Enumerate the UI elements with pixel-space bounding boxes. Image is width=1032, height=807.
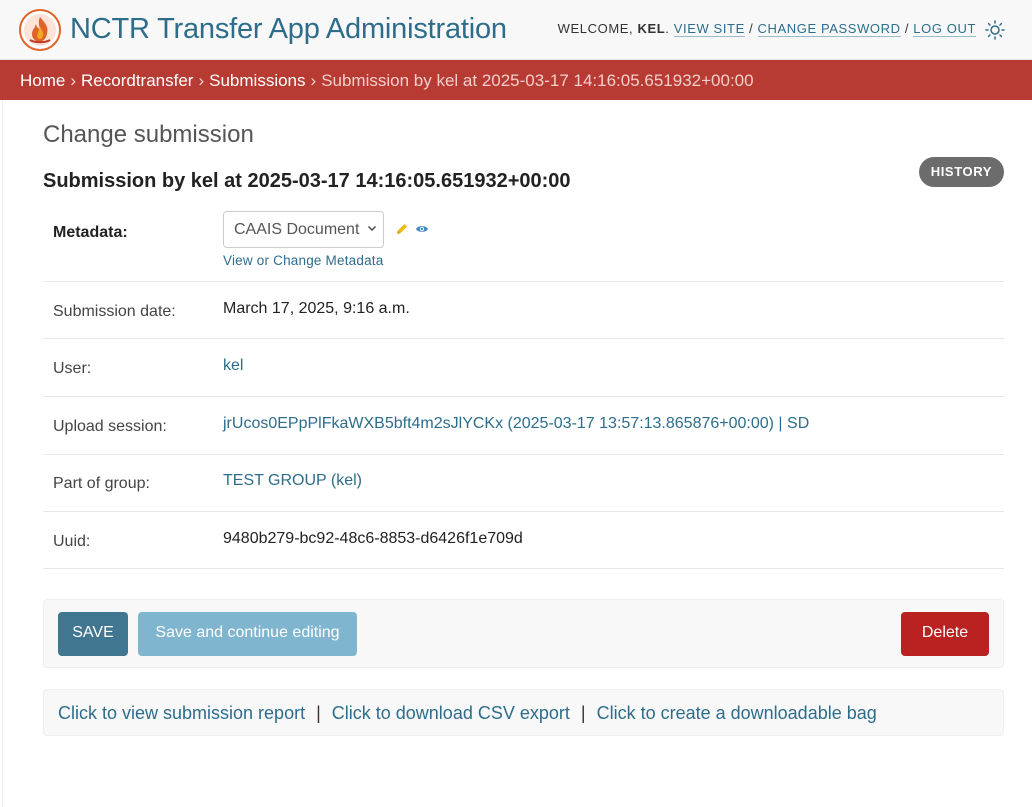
- breadcrumb-separator: ›: [310, 71, 317, 90]
- breadcrumb-current: Submission by kel at 2025-03-17 14:16:05…: [321, 71, 754, 90]
- pencil-icon[interactable]: [395, 222, 409, 236]
- form-row-upload-session: Upload session: jrUcos0EPpPlFkaWXB5bft4m…: [43, 397, 1004, 455]
- form-row-part-of-group: Part of group: TEST GROUP (kel): [43, 455, 1004, 512]
- user-link[interactable]: kel: [223, 357, 243, 374]
- user-label: User:: [53, 360, 92, 377]
- metadata-select[interactable]: CAAIS Document: [223, 211, 384, 248]
- submission-date-label: Submission date:: [53, 303, 176, 320]
- part-of-group-link[interactable]: TEST GROUP (kel): [223, 472, 362, 489]
- submission-date-value: March 17, 2025, 9:16 a.m.: [223, 300, 410, 317]
- create-bag-link[interactable]: Click to create a downloadable bag: [597, 703, 877, 723]
- breadcrumb-recordtransfer[interactable]: Recordtransfer: [81, 71, 193, 90]
- breadcrumb-home[interactable]: Home: [20, 71, 65, 90]
- uuid-label: Uuid:: [53, 533, 91, 550]
- object-title: Submission by kel at 2025-03-17 14:16:05…: [43, 170, 571, 192]
- form-row-submission-date: Submission date: March 17, 2025, 9:16 a.…: [43, 282, 1004, 339]
- change-password-link[interactable]: Change password: [757, 21, 901, 37]
- form-row-uuid: Uuid: 9480b279-bc92-48c6-8853-d6426f1e70…: [43, 512, 1004, 569]
- breadcrumb: Home › Recordtransfer › Submissions › Submissi…: [0, 60, 1032, 100]
- save-button[interactable]: SAVE: [58, 612, 128, 656]
- chevron-down-icon: [368, 226, 376, 231]
- view-site-link[interactable]: View site: [673, 21, 745, 37]
- sun-icon[interactable]: [985, 20, 1005, 40]
- upload-session-value: jrUcos0EPpPlFkaWXB5bft4m2sJlYCKx (2025-0…: [223, 415, 809, 433]
- separator: |: [316, 703, 321, 723]
- view-report-link[interactable]: Click to view submission report: [58, 703, 305, 723]
- site-title[interactable]: NCTR Transfer App Administration: [70, 13, 507, 46]
- header: NCTR Transfer App Administration Welcome…: [0, 0, 1032, 60]
- upload-session-label: Upload session:: [53, 418, 167, 435]
- breadcrumb-separator: ›: [198, 71, 205, 90]
- flame-logo-icon[interactable]: [19, 9, 61, 51]
- metadata-label: Metadata:: [53, 224, 128, 241]
- part-of-group-label: Part of group:: [53, 475, 150, 492]
- separator: /: [904, 21, 910, 36]
- user-tools: Welcome, kel. View site / Change passwor…: [557, 21, 976, 37]
- part-of-group-value: TEST GROUP (kel): [223, 472, 362, 490]
- delete-button[interactable]: Delete: [901, 612, 989, 656]
- page-title: Change submission: [43, 121, 254, 148]
- form-row-metadata: Metadata: CAAIS Document View or Change …: [43, 205, 1004, 282]
- content-border: [2, 100, 3, 807]
- actions-bar: Click to view submission report | Click to…: [43, 689, 1004, 736]
- welcome-text: Welcome,: [557, 21, 634, 36]
- breadcrumb-submissions[interactable]: Submissions: [209, 71, 305, 90]
- separator: /: [749, 21, 754, 36]
- submit-row: SAVE Save and continue editing Delete: [43, 599, 1004, 668]
- metadata-select-value: CAAIS Document: [234, 221, 360, 238]
- breadcrumb-separator: ›: [70, 71, 77, 90]
- separator: |: [580, 703, 586, 723]
- username: kel: [637, 21, 666, 36]
- download-csv-link[interactable]: Click to download CSV export: [332, 703, 570, 723]
- log-out-link[interactable]: Log out: [913, 21, 976, 37]
- view-change-metadata-link[interactable]: View or Change Metadata: [223, 253, 383, 268]
- form-row-user: User: kel: [43, 339, 1004, 397]
- user-value: kel: [223, 357, 243, 375]
- history-button[interactable]: History: [918, 157, 1004, 187]
- upload-session-link[interactable]: jrUcos0EPpPlFkaWXB5bft4m2sJlYCKx (2025-0…: [223, 415, 809, 432]
- eye-icon[interactable]: [415, 223, 429, 235]
- uuid-value: 9480b279-bc92-48c6-8853-d6426f1e709d: [223, 530, 523, 547]
- save-continue-button[interactable]: Save and continue editing: [138, 612, 357, 656]
